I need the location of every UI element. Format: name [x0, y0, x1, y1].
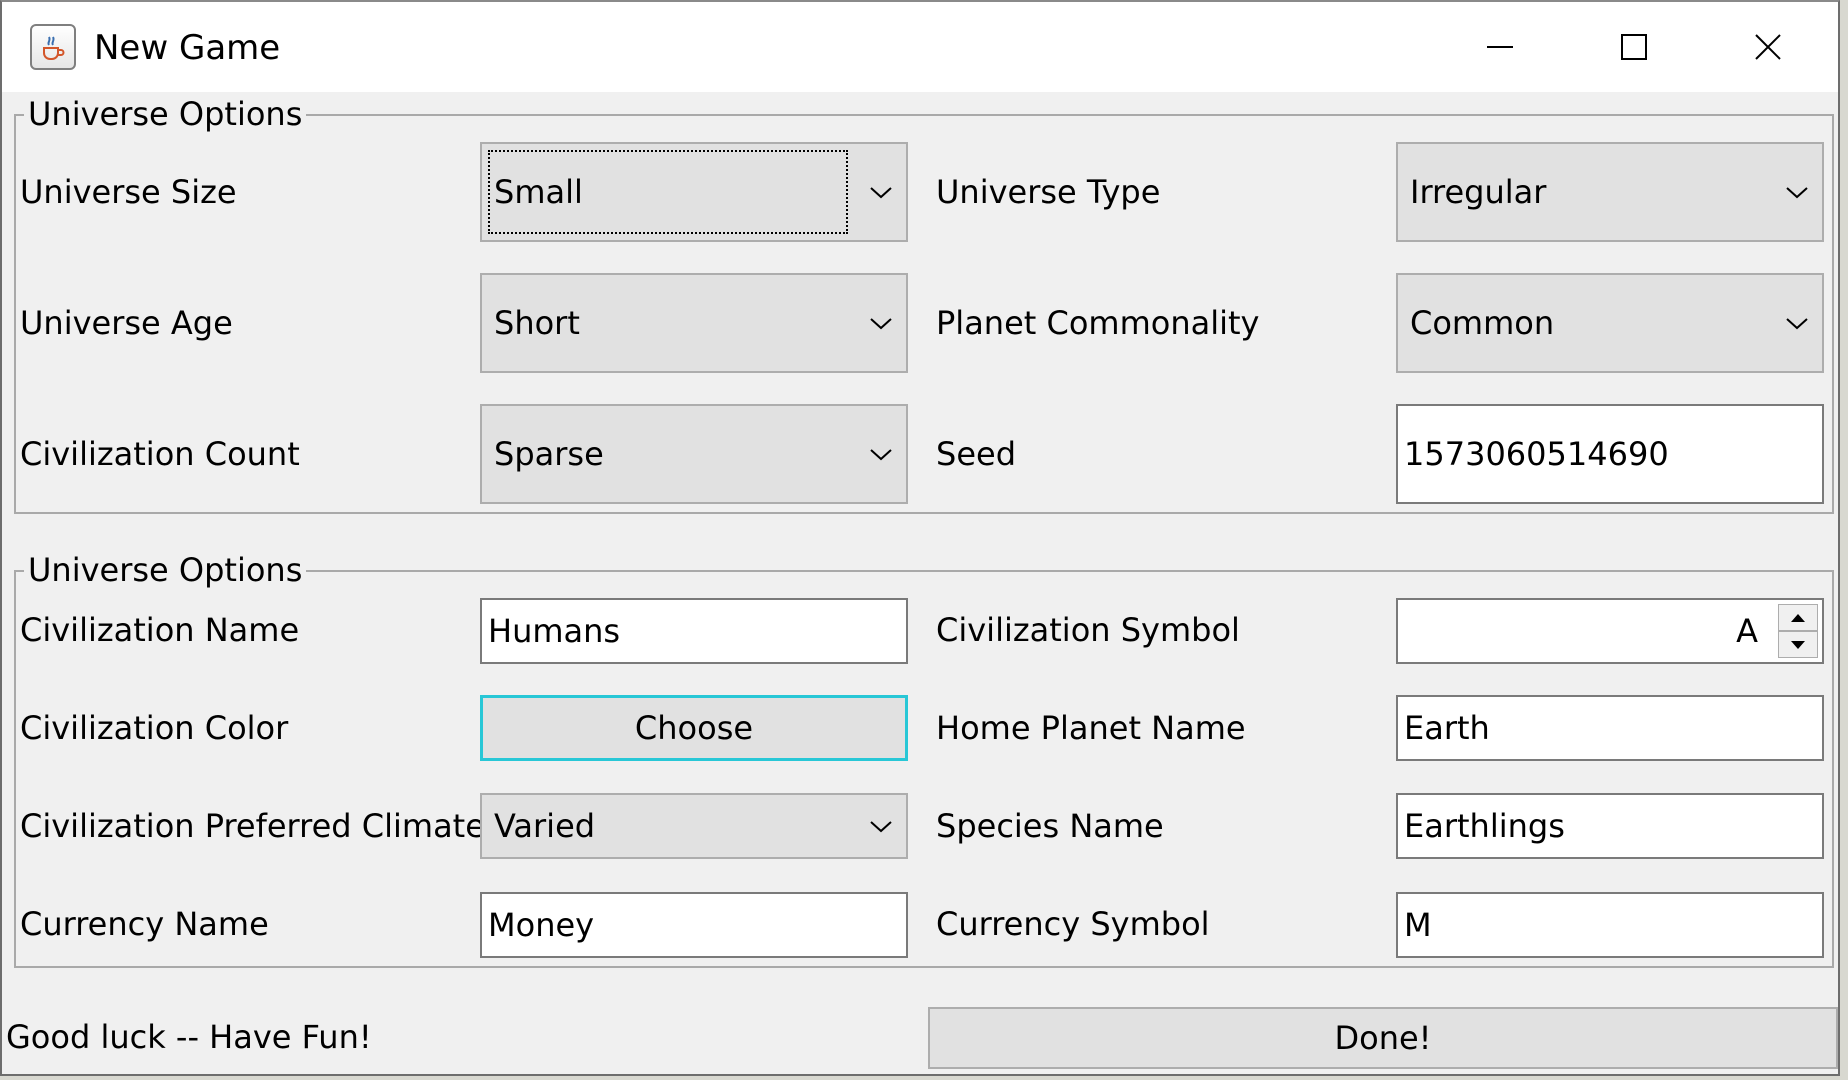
chevron-down-icon: [1786, 318, 1808, 330]
chevron-down-icon: [870, 318, 892, 330]
chevron-down-icon: [870, 187, 892, 199]
universe-size-dropdown[interactable]: Small: [480, 142, 908, 242]
preferred-climate-label: Civilization Preferred Climate: [20, 807, 485, 845]
choose-color-button[interactable]: Choose: [480, 695, 908, 761]
footer-message: Good luck -- Have Fun!: [6, 1018, 372, 1056]
preferred-climate-value: Varied: [494, 807, 596, 845]
spinner-buttons: [1778, 604, 1818, 658]
spinner-down-button[interactable]: [1778, 631, 1818, 658]
chevron-down-icon: [1786, 187, 1808, 199]
currency-symbol-input[interactable]: [1398, 894, 1822, 956]
civilization-count-value: Sparse: [494, 435, 604, 473]
universe-age-label: Universe Age: [20, 304, 233, 342]
currency-name-input[interactable]: [482, 894, 906, 956]
civilization-name-input[interactable]: [482, 600, 906, 662]
planet-commonality-value: Common: [1410, 304, 1555, 342]
new-game-dialog: New Game Universe Options Universe Size …: [0, 0, 1840, 1076]
universe-type-dropdown[interactable]: Irregular: [1396, 142, 1824, 242]
civilization-count-label: Civilization Count: [20, 435, 300, 473]
maximize-icon: [1621, 34, 1647, 60]
civilization-symbol-spinner[interactable]: A: [1396, 598, 1824, 664]
civilization-name-label: Civilization Name: [20, 611, 300, 649]
home-planet-input[interactable]: [1398, 697, 1822, 759]
civilization-name-box: [480, 598, 908, 664]
universe-options-legend: Universe Options: [24, 96, 307, 132]
done-button[interactable]: Done!: [928, 1007, 1838, 1069]
planet-commonality-dropdown[interactable]: Common: [1396, 273, 1824, 373]
preferred-climate-dropdown[interactable]: Varied: [480, 793, 908, 859]
caret-up-icon: [1791, 613, 1805, 622]
civilization-symbol-value: A: [1736, 612, 1758, 650]
seed-field-box: [1396, 404, 1824, 504]
civilization-symbol-label: Civilization Symbol: [936, 611, 1240, 649]
caret-down-icon: [1791, 640, 1805, 649]
planet-commonality-label: Planet Commonality: [936, 304, 1260, 342]
minimize-button[interactable]: [1434, 2, 1566, 92]
home-planet-box: [1396, 695, 1824, 761]
minimize-icon: [1487, 46, 1513, 48]
desktop-background: [1840, 0, 1848, 1080]
universe-size-label: Universe Size: [20, 173, 237, 211]
close-button[interactable]: [1702, 2, 1834, 92]
species-name-label: Species Name: [936, 807, 1164, 845]
currency-symbol-label: Currency Symbol: [936, 905, 1210, 943]
seed-label: Seed: [936, 435, 1016, 473]
seed-input[interactable]: [1398, 406, 1822, 502]
universe-size-value: Small: [494, 173, 583, 211]
maximize-button[interactable]: [1568, 2, 1700, 92]
currency-symbol-box: [1396, 892, 1824, 958]
window-title: New Game: [94, 28, 281, 68]
close-icon: [1755, 34, 1781, 60]
chevron-down-icon: [870, 449, 892, 461]
java-coffee-cup-icon: [30, 24, 76, 70]
civilization-count-dropdown[interactable]: Sparse: [480, 404, 908, 504]
currency-name-label: Currency Name: [20, 905, 269, 943]
universe-age-dropdown[interactable]: Short: [480, 273, 908, 373]
desktop-background-bottom: [0, 1076, 1848, 1080]
currency-name-box: [480, 892, 908, 958]
civilization-options-legend: Universe Options: [24, 552, 307, 588]
spinner-up-button[interactable]: [1778, 604, 1818, 631]
title-bar[interactable]: New Game: [2, 2, 1838, 92]
universe-type-value: Irregular: [1410, 173, 1547, 211]
chevron-down-icon: [870, 821, 892, 833]
species-name-input[interactable]: [1398, 795, 1822, 857]
civilization-color-label: Civilization Color: [20, 709, 289, 747]
species-name-box: [1396, 793, 1824, 859]
universe-age-value: Short: [494, 304, 580, 342]
home-planet-label: Home Planet Name: [936, 709, 1246, 747]
universe-type-label: Universe Type: [936, 173, 1161, 211]
